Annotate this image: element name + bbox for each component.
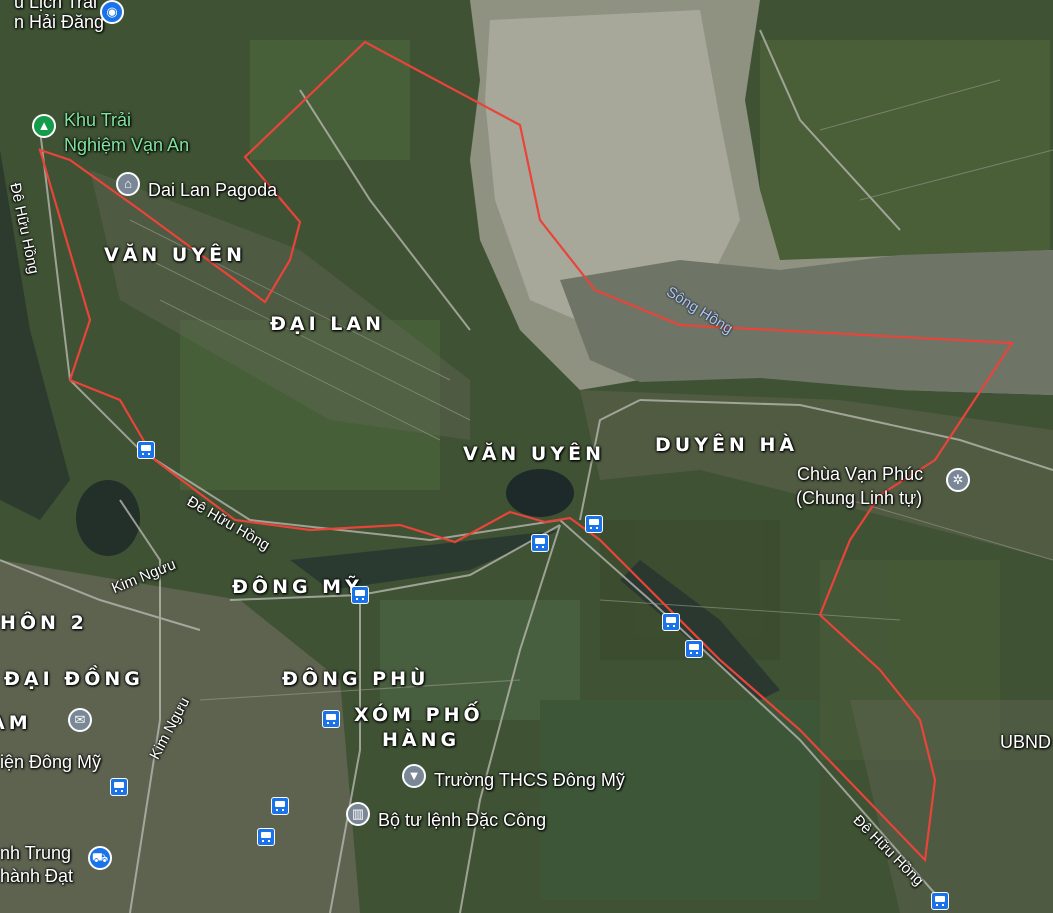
area-label-hang: HÀNG [382,729,461,751]
government-icon[interactable]: ▥ [346,802,370,826]
area-label-van-uyen: VĂN UYÊN [104,244,246,266]
bus-stop-icon[interactable] [531,534,549,552]
temple-icon[interactable]: ⌂ [116,172,140,196]
area-label-fragment: AM [0,712,32,734]
post-office-icon[interactable]: ✉ [68,708,92,732]
bus-stop-icon[interactable] [110,778,128,796]
bus-stop-icon[interactable] [351,586,369,604]
poi-khu-trai-label-2[interactable]: Nghiệm Vạn An [64,135,189,156]
shopping-icon[interactable]: ⛟ [88,846,112,870]
poi-chua-van-phuc[interactable]: Chùa Vạn Phúc [797,464,923,485]
poi-bo-tu-lenh[interactable]: Bộ tư lệnh Đặc Công [378,810,546,831]
poi-trung-label[interactable]: nh Trung [0,843,71,864]
bus-stop-icon[interactable] [137,441,155,459]
bus-stop-icon[interactable] [322,710,340,728]
poi-ubnd[interactable]: UBND [1000,732,1051,753]
satellite-map[interactable]: u Lịch Trải n Hải Đăng ◉ ▲ Khu Trải Nghi… [0,0,1053,913]
camera-icon[interactable]: ◉ [100,0,124,24]
area-label-dai-dong: ĐẠI ĐỒNG [4,668,144,690]
bus-stop-icon[interactable] [271,797,289,815]
bus-stop-icon[interactable] [585,515,603,533]
area-label-dong-phu: ĐÔNG PHÙ [282,668,430,690]
dharma-wheel-icon[interactable]: ✲ [946,468,970,492]
poi-trung-label-2[interactable]: hành Đạt [0,866,73,887]
area-label-xom-pho: XÓM PHỐ [354,704,484,726]
bus-stop-icon[interactable] [662,613,680,631]
camp-icon[interactable]: ▲ [32,114,56,138]
area-label-duyen-ha: DUYÊN HÀ [655,434,799,456]
poi-khu-trai-label[interactable]: Khu Trải [64,110,131,131]
school-icon[interactable]: ▼ [402,764,426,788]
area-label-thon-2: HÔN 2 [0,612,88,634]
area-label-dong-my: ĐÔNG MỸ [232,576,363,598]
area-label-van-uyen-2: VĂN UYÊN [463,443,605,465]
poi-dai-lan-pagoda[interactable]: Dai Lan Pagoda [148,180,277,201]
bus-stop-icon[interactable] [685,640,703,658]
poi-buu-dien[interactable]: iện Đông Mỹ [0,752,101,773]
bus-stop-icon[interactable] [931,892,949,910]
poi-chua-van-phuc-2[interactable]: (Chung Linh tự) [796,488,922,509]
area-label-dai-lan: ĐẠI LAN [270,313,386,335]
bus-stop-icon[interactable] [257,828,275,846]
poi-truong-thcs[interactable]: Trường THCS Đông Mỹ [434,770,625,791]
poi-hai-dang-label-2[interactable]: n Hải Đăng [14,12,104,33]
